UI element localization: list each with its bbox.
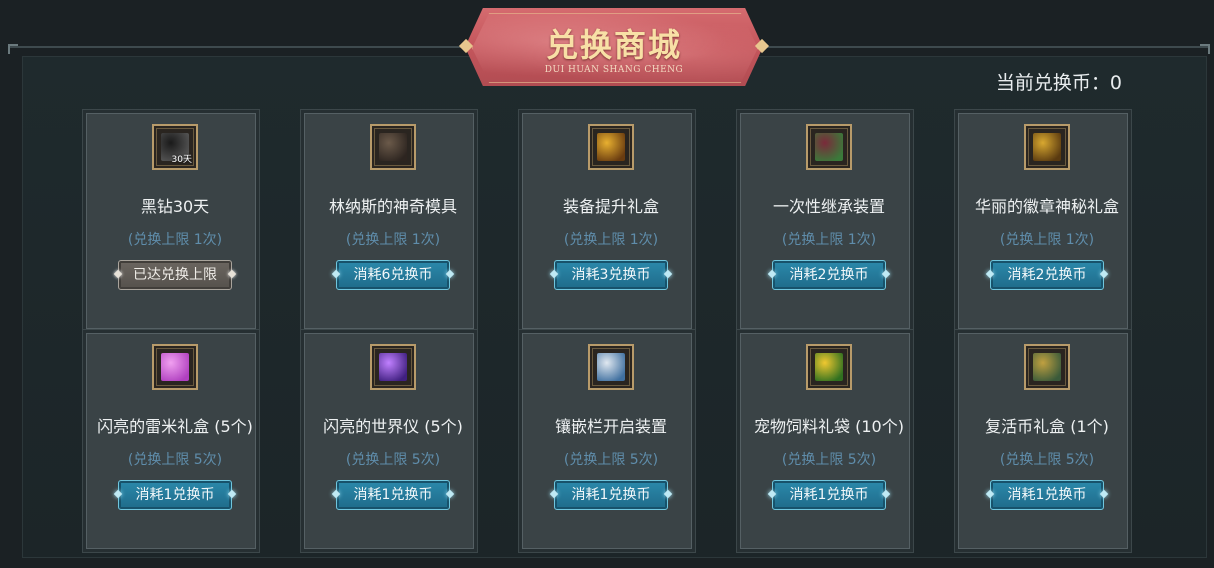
item-card: 复活币礼盒 (1个) (兑换上限 5次) 消耗1兑换币 — [958, 333, 1128, 549]
button-label: 消耗1兑换币 — [135, 487, 215, 503]
globe-icon — [379, 353, 407, 381]
exchange-button[interactable]: 消耗1兑换币 — [549, 480, 673, 510]
item-card: 镶嵌栏开启装置 (兑换上限 5次) 消耗1兑换币 — [522, 333, 692, 549]
item-icon-frame[interactable] — [806, 124, 852, 170]
sparkle-icon — [445, 269, 455, 279]
sparkle-icon — [1099, 269, 1109, 279]
socket-icon — [597, 353, 625, 381]
item-exchange-limit: (兑换上限 5次) — [563, 452, 659, 468]
item-icon-frame[interactable] — [1024, 124, 1070, 170]
sparkle-icon — [113, 269, 123, 279]
sparkle-icon — [985, 489, 995, 499]
item-icon-frame[interactable] — [1024, 344, 1070, 390]
item-icon-frame[interactable] — [588, 124, 634, 170]
remy-box-icon — [161, 353, 189, 381]
button-label: 消耗2兑换币 — [1007, 267, 1087, 283]
item-icon-frame[interactable] — [370, 344, 416, 390]
sparkle-icon — [881, 489, 891, 499]
sparkle-icon — [331, 489, 341, 499]
page-title: 兑换商城 — [545, 26, 682, 64]
sparkle-icon — [549, 269, 559, 279]
item-exchange-limit: (兑换上限 5次) — [781, 452, 877, 468]
emblem-box-icon — [1033, 133, 1061, 161]
sparkle-icon — [881, 269, 891, 279]
item-exchange-limit: (兑换上限 5次) — [127, 452, 223, 468]
item-name: 镶嵌栏开启装置 — [554, 417, 667, 436]
item-card: 一次性继承装置 (兑换上限 1次) 消耗2兑换币 — [740, 113, 910, 329]
sparkle-icon — [549, 489, 559, 499]
pet-food-icon — [815, 353, 843, 381]
button-label: 消耗1兑换币 — [789, 487, 869, 503]
sparkle-icon — [985, 269, 995, 279]
item-name: 宠物饲料礼袋 (10个) — [754, 417, 904, 436]
item-card: 宠物饲料礼袋 (10个) (兑换上限 5次) 消耗1兑换币 — [740, 333, 910, 549]
item-icon-frame[interactable] — [152, 344, 198, 390]
item-card: 林纳斯的神奇模具 (兑换上限 1次) 消耗6兑换币 — [304, 113, 474, 329]
exchange-button[interactable]: 消耗2兑换币 — [985, 260, 1109, 290]
item-exchange-limit: (兑换上限 1次) — [345, 232, 441, 248]
button-label: 消耗3兑换币 — [571, 267, 651, 283]
coin-balance: 当前兑换币：0 — [995, 72, 1122, 94]
sparkle-icon — [767, 269, 777, 279]
button-label: 消耗1兑换币 — [353, 487, 433, 503]
item-exchange-limit: (兑换上限 1次) — [127, 232, 223, 248]
sparkle-icon — [663, 269, 673, 279]
page-subtitle: DUI HUAN SHANG CHENG — [544, 65, 684, 75]
sparkle-icon — [767, 489, 777, 499]
item-name: 复活币礼盒 (1个) — [985, 417, 1109, 436]
inherit-device-icon — [815, 133, 843, 161]
limit-reached-button: 已达兑换上限 — [113, 260, 237, 290]
sparkle-icon — [663, 489, 673, 499]
item-icon-frame[interactable] — [806, 344, 852, 390]
exchange-button[interactable]: 消耗1兑换币 — [331, 480, 455, 510]
title-banner: 兑换商城 DUI HUAN SHANG CHENG — [455, 8, 773, 88]
item-name: 林纳斯的神奇模具 — [328, 197, 457, 216]
revive-coin-icon — [1033, 353, 1061, 381]
icon-duration-label: 30天 — [171, 155, 192, 165]
button-label: 消耗1兑换币 — [1007, 487, 1087, 503]
exchange-button[interactable]: 消耗6兑换币 — [331, 260, 455, 290]
item-icon-frame[interactable] — [370, 124, 416, 170]
item-name: 闪亮的雷米礼盒 (5个) — [97, 417, 253, 436]
sparkle-icon — [1099, 489, 1109, 499]
item-exchange-limit: (兑换上限 1次) — [999, 232, 1095, 248]
gift-box-icon — [597, 133, 625, 161]
exchange-button[interactable]: 消耗1兑换币 — [767, 480, 891, 510]
item-name: 黑钻30天 — [140, 197, 210, 216]
exchange-button[interactable]: 消耗3兑换币 — [549, 260, 673, 290]
item-icon-frame[interactable]: 30天 — [152, 124, 198, 170]
item-exchange-limit: (兑换上限 5次) — [999, 452, 1095, 468]
button-label: 已达兑换上限 — [133, 267, 217, 283]
item-card: 闪亮的世界仪 (5个) (兑换上限 5次) 消耗1兑换币 — [304, 333, 474, 549]
button-label: 消耗1兑换币 — [571, 487, 651, 503]
item-exchange-limit: (兑换上限 1次) — [563, 232, 659, 248]
item-name: 一次性继承装置 — [772, 197, 885, 216]
item-icon-frame[interactable] — [588, 344, 634, 390]
item-card: 装备提升礼盒 (兑换上限 1次) 消耗3兑换币 — [522, 113, 692, 329]
item-card: 华丽的徽章神秘礼盒 (兑换上限 1次) 消耗2兑换币 — [958, 113, 1128, 329]
item-name: 闪亮的世界仪 (5个) — [323, 417, 463, 436]
sparkle-icon — [227, 269, 237, 279]
exchange-button[interactable]: 消耗1兑换币 — [985, 480, 1109, 510]
sparkle-icon — [227, 489, 237, 499]
item-card: 30天黑钻30天 (兑换上限 1次) 已达兑换上限 — [86, 113, 256, 329]
mold-icon — [379, 133, 407, 161]
item-exchange-limit: (兑换上限 1次) — [781, 232, 877, 248]
button-label: 消耗6兑换币 — [353, 267, 433, 283]
sparkle-icon — [445, 489, 455, 499]
button-label: 消耗2兑换币 — [789, 267, 869, 283]
sparkle-icon — [113, 489, 123, 499]
item-exchange-limit: (兑换上限 5次) — [345, 452, 441, 468]
item-name: 华丽的徽章神秘礼盒 — [974, 197, 1119, 216]
exchange-button[interactable]: 消耗1兑换币 — [113, 480, 237, 510]
item-card: 闪亮的雷米礼盒 (5个) (兑换上限 5次) 消耗1兑换币 — [86, 333, 256, 549]
item-name: 装备提升礼盒 — [562, 197, 659, 216]
exchange-button[interactable]: 消耗2兑换币 — [767, 260, 891, 290]
sparkle-icon — [331, 269, 341, 279]
